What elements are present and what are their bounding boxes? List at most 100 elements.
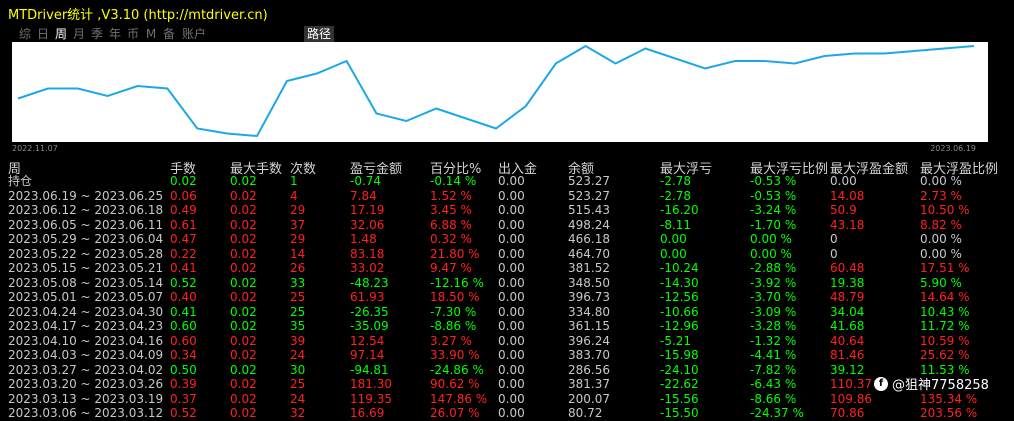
tab-0[interactable]: 综 [16, 26, 34, 42]
cell-max_lots: 0.02 [230, 217, 257, 232]
cell-max_dd: -8.11 [660, 217, 692, 232]
cell-max_dd_pct: -8.66 % [750, 391, 797, 406]
table-row[interactable]: 2023.03.13 ~ 2023.03.19 0.37 0.02 24 119.35 1… [8, 392, 1014, 407]
cell-max_dd_pct: -4.41 % [750, 348, 797, 362]
cell-week: 2023.06.12 ~ 2023.06.18 [8, 203, 164, 217]
cell-max_fp: 34.04 [830, 304, 865, 319]
cell-max_fp: 43.18 [830, 217, 865, 232]
cell-balance: 396.24 [568, 333, 610, 348]
cell-pl: 119.35 [350, 391, 392, 406]
cell-pl: 7.84 [350, 188, 377, 203]
table-row[interactable]: 2023.05.15 ~ 2023.05.21 0.41 0.02 26 33.02 9.… [8, 261, 1014, 276]
cell-max_dd_pct: -3.28 % [750, 319, 797, 333]
table-row[interactable]: 2023.04.24 ~ 2023.04.30 0.41 0.02 25 -26.35 -… [8, 305, 1014, 320]
table-row[interactable]: 2023.03.20 ~ 2023.03.26 0.39 0.02 25 181.30 9… [8, 377, 1014, 392]
cell-max_dd: -16.20 [660, 203, 699, 217]
cell-max_lots: 0.02 [230, 188, 257, 203]
cell-lots: 0.60 [170, 319, 197, 333]
table-row[interactable]: 2023.05.01 ~ 2023.05.07 0.40 0.02 25 61.93 18… [8, 290, 1014, 305]
table-row[interactable]: 2023.04.10 ~ 2023.04.16 0.60 0.02 39 12.54 3.… [8, 334, 1014, 349]
holding-row[interactable]: 持仓 0.02 0.02 1 -0.74 -0.14 % 0.00 523.27… [8, 174, 1014, 189]
tab-1[interactable]: 日 [34, 26, 52, 42]
table-row[interactable]: 2023.05.08 ~ 2023.05.14 0.52 0.02 33 -48.23 -… [8, 276, 1014, 291]
tab-3[interactable]: 月 [70, 26, 88, 42]
table-row[interactable]: 2023.05.29 ~ 2023.06.04 0.47 0.02 29 1.48 0.3… [8, 232, 1014, 247]
table-row[interactable]: 2023.06.19 ~ 2023.06.25 0.06 0.02 4 7.84 1.52… [8, 189, 1014, 204]
cell-pct: 3.45 % [430, 203, 472, 217]
cell-balance: 515.43 [568, 203, 610, 217]
cell-max_dd: -5.21 [660, 333, 692, 348]
cell-max_dd: -10.24 [660, 261, 699, 275]
cell-max_fp_pct: 203.56 % [920, 406, 978, 420]
cell-week: 2023.05.29 ~ 2023.06.04 [8, 232, 164, 246]
cell-pl: 181.30 [350, 377, 392, 391]
platform-logo-icon: f [874, 376, 888, 391]
cell-max_dd_pct: -2.88 % [750, 261, 797, 275]
cell-count: 29 [290, 203, 306, 217]
cell-max_fp_pct: 25.62 % [920, 348, 970, 362]
table-row[interactable]: 2023.04.17 ~ 2023.04.23 0.60 0.02 35 -35.09 -… [8, 319, 1014, 334]
cell-max_fp: 40.64 [830, 333, 865, 348]
tab-5[interactable]: 年 [106, 26, 124, 42]
balance-line-svg [17, 44, 975, 138]
tab-2[interactable]: 周 [52, 26, 70, 42]
cell-count: 30 [290, 362, 306, 377]
cell-count: 24 [290, 391, 306, 406]
cell-io: 0.00 [498, 391, 525, 406]
table-row[interactable]: 2023.05.22 ~ 2023.05.28 0.22 0.02 14 83.18 21… [8, 247, 1014, 262]
cell-balance: 286.56 [568, 362, 610, 377]
cell-max_fp: 50.9 [830, 203, 857, 217]
cell-io: 0.00 [498, 333, 525, 348]
cell-lots: 0.41 [170, 261, 197, 275]
cell-max_dd_pct: -1.32 % [750, 333, 797, 348]
cell-balance: 381.37 [568, 377, 610, 391]
chart-start-date: 2022.11.07 [12, 144, 58, 153]
tab-7[interactable]: M [142, 26, 160, 42]
cell-week: 2023.05.01 ~ 2023.05.07 [8, 290, 164, 304]
table-row[interactable]: 2023.06.05 ~ 2023.06.11 0.61 0.02 37 32.06 6.… [8, 218, 1014, 233]
cell-lots: 0.41 [170, 304, 197, 319]
holding-pl: -0.74 [350, 174, 382, 188]
tab-6[interactable]: 币 [124, 26, 142, 42]
table-row[interactable]: 2023.03.06 ~ 2023.03.12 0.52 0.02 32 16.69 26… [8, 406, 1014, 421]
holding-pct: -0.14 % [430, 174, 477, 188]
cell-week: 2023.05.08 ~ 2023.05.14 [8, 275, 164, 290]
tab-path[interactable]: 路径 [304, 26, 335, 42]
cell-week: 2023.04.03 ~ 2023.04.09 [8, 348, 164, 362]
cell-pl: 1.48 [350, 232, 377, 246]
cell-max_dd_pct: -1.70 % [750, 217, 797, 232]
cell-balance: 200.07 [568, 391, 610, 406]
table-row[interactable]: 2023.03.27 ~ 2023.04.02 0.50 0.02 30 -94.81 -… [8, 363, 1014, 378]
cell-max_dd: -2.78 [660, 188, 692, 203]
cell-max_dd_pct: -7.82 % [750, 362, 797, 377]
cell-io: 0.00 [498, 319, 525, 333]
table-row[interactable]: 2023.06.12 ~ 2023.06.18 0.49 0.02 29 17.19 3.… [8, 203, 1014, 218]
cell-io: 0.00 [498, 188, 525, 203]
cell-max_lots: 0.02 [230, 377, 257, 391]
cell-max_lots: 0.02 [230, 406, 257, 420]
cell-lots: 0.37 [170, 391, 197, 406]
cell-max_fp_pct: 5.90 % [920, 275, 962, 290]
cell-count: 25 [290, 290, 306, 304]
tab-4[interactable]: 季 [88, 26, 106, 42]
tab-9[interactable]: 账户 [178, 26, 210, 42]
cell-count: 24 [290, 348, 306, 362]
cell-io: 0.00 [498, 246, 525, 261]
cell-max_fp: 0 [830, 246, 838, 261]
cell-week: 2023.04.10 ~ 2023.04.16 [8, 333, 164, 348]
window-title: MTDriver统计 ,V3.10 (http://mtdriver.cn) [8, 8, 268, 23]
cell-max_fp_pct: 135.34 % [920, 391, 978, 406]
cell-max_dd_pct: -3.92 % [750, 275, 797, 290]
cell-pl: 17.19 [350, 203, 385, 217]
cell-lots: 0.52 [170, 406, 197, 420]
cell-pct: 147.86 % [430, 391, 488, 406]
balance-chart [12, 42, 988, 142]
cell-max_dd: 0.00 [660, 232, 687, 246]
cell-max_dd: -22.62 [660, 377, 699, 391]
cell-max_dd: -15.56 [660, 391, 699, 406]
tab-8[interactable]: 备 [160, 26, 178, 42]
cell-balance: 523.27 [568, 188, 610, 203]
table-row[interactable]: 2023.04.03 ~ 2023.04.09 0.34 0.02 24 97.14 33… [8, 348, 1014, 363]
cell-pl: 32.06 [350, 217, 385, 232]
cell-max_dd_pct: -0.53 % [750, 188, 797, 203]
